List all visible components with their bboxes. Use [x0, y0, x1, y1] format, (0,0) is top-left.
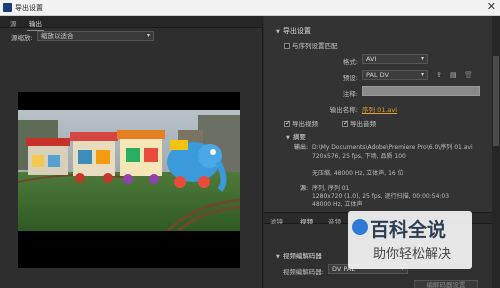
export-settings-title: 导出设置 [282, 27, 311, 35]
delete-preset-icon[interactable]: 🗑 [464, 71, 473, 79]
save-preset-icon[interactable]: ⇪ [436, 71, 442, 79]
collapse-triangle-icon: ▼ [276, 29, 280, 35]
match-sequence-row[interactable]: 与序列设置匹配 [284, 40, 338, 50]
match-sequence-checkbox[interactable] [284, 43, 290, 49]
export-video-row[interactable]: 导出视频 [284, 118, 318, 128]
settings-scrollbar[interactable] [492, 16, 500, 288]
window-titlebar: 导出设置 ✕ [0, 0, 500, 16]
comments-input[interactable] [362, 86, 480, 96]
format-value: AVI [366, 55, 377, 63]
summary-output-audio: 无压缩, 48000 Hz, 立体声, 16 位 [312, 170, 404, 177]
export-audio-row[interactable]: 导出音频 [342, 118, 376, 128]
collapse-triangle-icon: ▼ [276, 254, 280, 260]
chevron-down-icon: ▾ [420, 55, 424, 62]
preset-label: 预设: [342, 74, 358, 82]
export-audio-checkbox[interactable] [342, 119, 349, 127]
source-scaling-select[interactable]: 缩放以适合 ▾ [37, 31, 154, 41]
watermark-logo [352, 219, 368, 235]
chevron-down-icon: ▾ [146, 32, 150, 39]
export-video-label: 导出视频 [292, 120, 318, 128]
video-frame-image [18, 110, 240, 231]
summary-source-audio: 48000 Hz, 立体声 [312, 201, 363, 208]
summary-output-path: D:\My Documents\Adobe\Premiere Pro\6.0\序… [312, 144, 473, 151]
format-label: 格式: [342, 58, 358, 66]
preview-pane: 源 输出 源缩放: 缩放以适合 ▾ [0, 16, 263, 288]
collapse-triangle-icon: ▼ [286, 135, 290, 141]
preview-tabs: 源 输出 [0, 16, 263, 31]
summary-output-video: 720x576, 25 fps, 下场, 品质 100 [312, 153, 406, 160]
source-scaling-value: 缩放以适合 [41, 32, 74, 40]
import-preset-icon[interactable]: ▤ [450, 71, 457, 79]
output-name-label: 输出名称: [329, 106, 358, 114]
source-scaling-label: 源缩放: [11, 34, 33, 42]
summary-title: 摘要 [292, 133, 306, 141]
close-icon[interactable]: ✕ [487, 1, 496, 13]
match-sequence-label: 与序列设置匹配 [292, 42, 338, 50]
watermark: 百科全说 助你轻松解决 [348, 211, 472, 269]
video-codec-label: 视频编解码器: [282, 268, 324, 276]
chevron-down-icon: ▾ [420, 71, 424, 78]
window-title: 导出设置 [15, 4, 43, 12]
summary-output-key: 输出: [293, 144, 308, 151]
output-name-link[interactable]: 序列 01.avi [362, 104, 397, 114]
format-select[interactable]: AVI ▾ [362, 54, 428, 64]
summary-source-key: 源: [299, 185, 308, 192]
export-video-checkbox[interactable] [284, 119, 291, 127]
watermark-title: 百科全说 [370, 219, 447, 241]
video-preview [18, 92, 240, 268]
watermark-subtitle: 助你轻松解决 [373, 247, 452, 262]
summary-header[interactable]: ▼ 摘要 [286, 131, 306, 141]
scrollbar-thumb[interactable] [493, 56, 499, 146]
codec-settings-button[interactable]: 编解码器设置 [414, 280, 478, 288]
comments-label: 注释: [342, 90, 358, 98]
export-settings-header[interactable]: ▼ 导出设置 [276, 26, 311, 36]
preset-select[interactable]: PAL DV ▾ [362, 70, 428, 80]
preset-value: PAL DV [366, 71, 389, 79]
video-codec-header[interactable]: ▼ 视频编解码器 [276, 250, 322, 260]
tab-output[interactable]: 输出 [27, 18, 44, 31]
export-audio-label: 导出音频 [350, 120, 376, 128]
source-scaling-row: 源缩放: 缩放以适合 ▾ [0, 28, 263, 43]
tab-source[interactable]: 源 [10, 18, 17, 28]
video-codec-title: 视频编解码器 [282, 252, 322, 260]
premiere-app-icon [3, 3, 12, 12]
